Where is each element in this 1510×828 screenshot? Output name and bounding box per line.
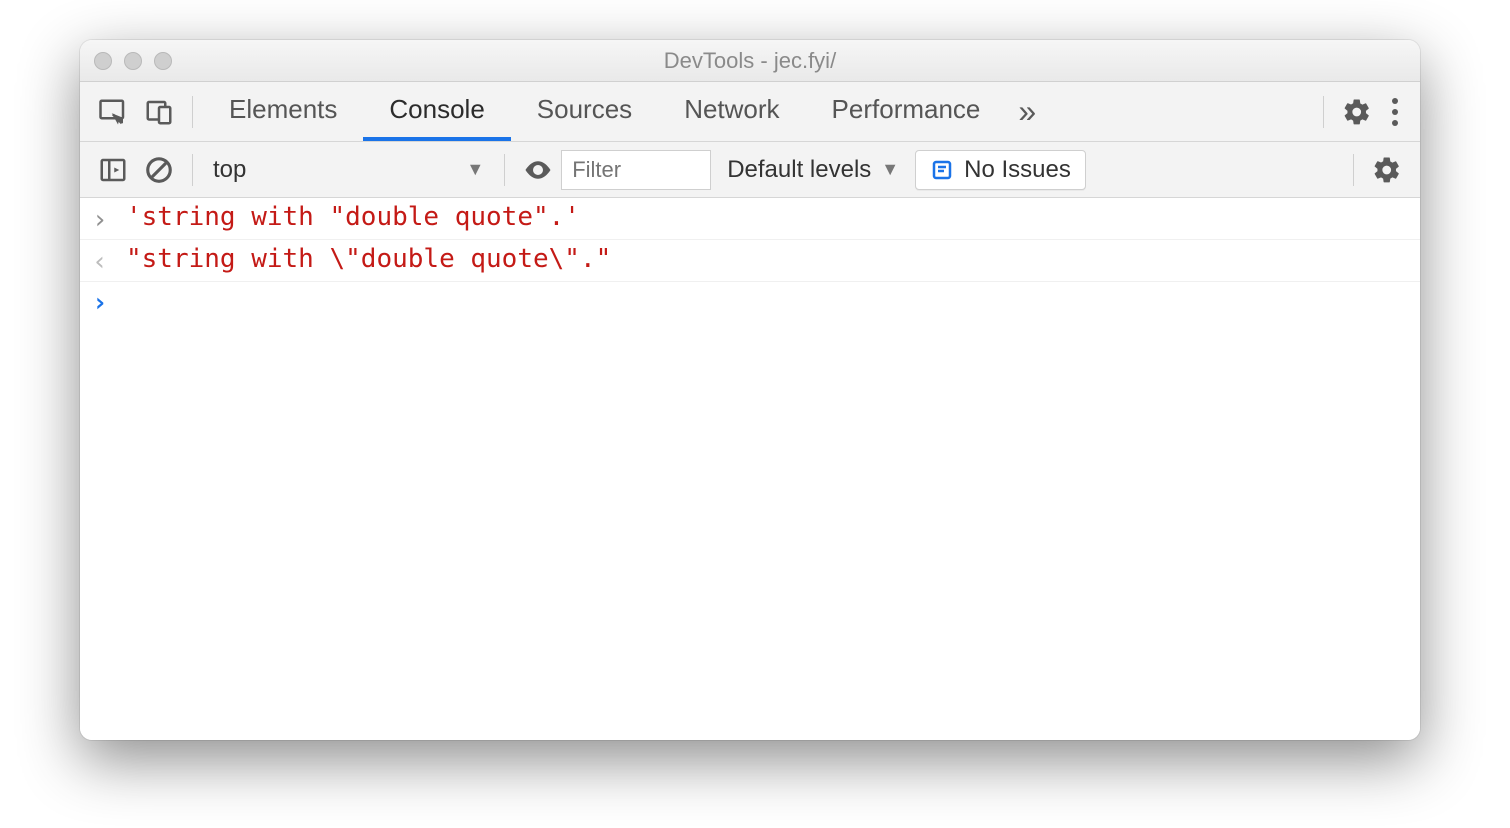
issues-label: No Issues bbox=[964, 156, 1071, 184]
console-settings-button[interactable] bbox=[1364, 147, 1410, 193]
main-tabbar: Elements Console Sources Network Perform… bbox=[80, 82, 1420, 142]
gear-icon bbox=[1372, 155, 1402, 185]
titlebar: DevTools - jec.fyi/ bbox=[80, 40, 1420, 82]
window-title: DevTools - jec.fyi/ bbox=[80, 48, 1420, 74]
tab-sources[interactable]: Sources bbox=[511, 82, 658, 141]
console-output-line: ‹ "string with \"double quote\"." bbox=[80, 240, 1420, 282]
gear-icon bbox=[1342, 97, 1372, 127]
divider bbox=[1323, 96, 1324, 128]
more-options-button[interactable] bbox=[1380, 97, 1410, 127]
log-levels-selector[interactable]: Default levels ▼ bbox=[711, 156, 915, 184]
prompt-marker-icon: › bbox=[92, 288, 112, 318]
tab-console[interactable]: Console bbox=[363, 82, 510, 141]
divider bbox=[504, 154, 505, 186]
tab-elements[interactable]: Elements bbox=[203, 82, 363, 141]
chevron-down-icon: ▼ bbox=[881, 159, 899, 180]
issues-icon bbox=[930, 158, 954, 182]
console-input-line: › 'string with "double quote".' bbox=[80, 198, 1420, 240]
divider bbox=[192, 154, 193, 186]
divider bbox=[192, 96, 193, 128]
issues-button[interactable]: No Issues bbox=[915, 150, 1086, 190]
chevron-down-icon: ▼ bbox=[466, 159, 484, 180]
levels-label: Default levels bbox=[727, 156, 871, 184]
tab-network[interactable]: Network bbox=[658, 82, 805, 141]
console-prompt[interactable]: › bbox=[80, 282, 1420, 324]
filter-input[interactable] bbox=[561, 150, 711, 190]
console-input-text: 'string with "double quote".' bbox=[126, 202, 580, 232]
console-prompt-input[interactable] bbox=[126, 288, 1408, 318]
console-output-text: "string with \"double quote\"." bbox=[126, 244, 611, 274]
clear-console-icon[interactable] bbox=[136, 147, 182, 193]
panel-tabs: Elements Console Sources Network Perform… bbox=[203, 82, 1006, 141]
tab-performance[interactable]: Performance bbox=[806, 82, 1007, 141]
device-toolbar-icon[interactable] bbox=[136, 89, 182, 135]
context-label: top bbox=[213, 156, 246, 184]
console-toolbar: top ▼ Default levels ▼ No Issues bbox=[80, 142, 1420, 198]
settings-button[interactable] bbox=[1334, 89, 1380, 135]
show-console-sidebar-icon[interactable] bbox=[90, 147, 136, 193]
live-expression-icon[interactable] bbox=[515, 147, 561, 193]
input-marker-icon: › bbox=[92, 202, 112, 235]
divider bbox=[1353, 154, 1354, 186]
inspect-element-icon[interactable] bbox=[90, 89, 136, 135]
execution-context-selector[interactable]: top ▼ bbox=[203, 156, 494, 184]
devtools-window: DevTools - jec.fyi/ Elements Console Sou… bbox=[80, 40, 1420, 740]
console-output: › 'string with "double quote".' ‹ "strin… bbox=[80, 198, 1420, 740]
output-marker-icon: ‹ bbox=[92, 244, 112, 277]
more-tabs-button[interactable]: » bbox=[1006, 93, 1048, 130]
